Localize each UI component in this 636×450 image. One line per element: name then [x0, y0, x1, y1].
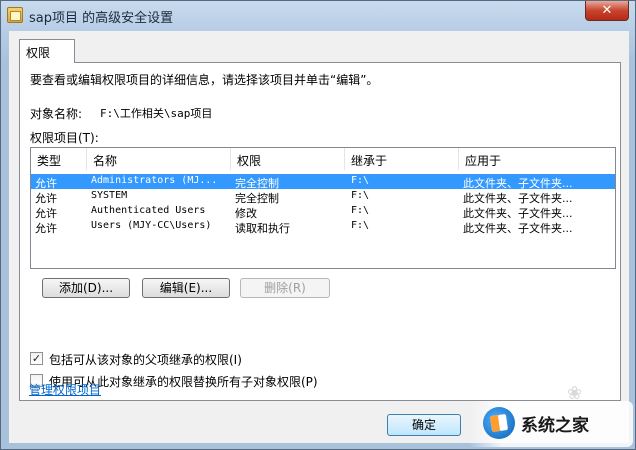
cell-inherited-from: F:\	[351, 190, 370, 201]
cell-permission: 读取和执行	[235, 222, 290, 235]
tab-label: 权限	[26, 46, 51, 60]
close-icon: ✕	[601, 3, 613, 18]
edit-button[interactable]: 编辑(E)...	[142, 278, 230, 298]
column-header-type[interactable]: 类型	[31, 148, 87, 170]
site-logo-icon	[483, 407, 515, 439]
permission-entries-label: 权限项目(T):	[30, 131, 99, 145]
object-name-label: 对象名称:	[30, 107, 83, 121]
ok-button[interactable]: 确定	[387, 414, 461, 436]
cell-name: Administrators (MJ...	[91, 175, 218, 186]
column-header-name[interactable]: 名称	[87, 148, 231, 170]
dialog-client-area: 权限 要查看或编辑权限项目的详细信息，请选择该项目并单击“编辑”。 对象名称: …	[9, 31, 629, 443]
remove-button[interactable]: 删除(R)	[240, 278, 330, 298]
table-header: 类型 名称 权限 继承于 应用于	[31, 148, 615, 170]
instructions-text: 要查看或编辑权限项目的详细信息，请选择该项目并单击“编辑”。	[30, 73, 379, 87]
watermark-text: 系统之家	[521, 416, 589, 436]
manage-permissions-link[interactable]: 管理权限项目	[29, 381, 101, 398]
watermark-badge: 系统之家	[469, 401, 633, 447]
permissions-panel: 要查看或编辑权限项目的详细信息，请选择该项目并单击“编辑”。 对象名称: F:\…	[19, 62, 621, 401]
cell-name: Users (MJY-CC\Users)	[91, 220, 212, 231]
cell-applies-to: 此文件夹、子文件夹...	[463, 222, 573, 235]
permission-entries-table[interactable]: 类型 名称 权限 继承于 应用于 允许 Administrators (MJ..…	[30, 147, 616, 269]
cell-inherited-from: F:\	[351, 205, 370, 216]
folder-icon	[7, 7, 23, 23]
table-row[interactable]: 允许 SYSTEM 完全控制 F:\ 此文件夹、子文件夹...	[31, 189, 615, 205]
cell-inherited-from: F:\	[351, 220, 370, 231]
close-button[interactable]: ✕	[585, 1, 629, 21]
paw-watermark-icon: ❀	[567, 383, 583, 404]
table-row[interactable]: 允许 Users (MJY-CC\Users) 读取和执行 F:\ 此文件夹、子…	[31, 219, 615, 235]
title-bar[interactable]: sap项目 的高级安全设置 ✕	[1, 1, 635, 31]
window-title: sap项目 的高级安全设置	[29, 11, 174, 26]
inherit-checkbox[interactable]: ✓	[30, 352, 43, 365]
column-header-inherited-from[interactable]: 继承于	[345, 148, 459, 170]
cell-type: 允许	[35, 222, 57, 235]
table-row[interactable]: 允许 Authenticated Users 修改 F:\ 此文件夹、子文件夹.…	[31, 204, 615, 220]
table-row[interactable]: 允许 Administrators (MJ... 完全控制 F:\ 此文件夹、子…	[31, 174, 615, 190]
cell-name: SYSTEM	[91, 190, 128, 201]
object-name-value: F:\工作相关\sap项目	[100, 107, 213, 120]
security-settings-window: sap项目 的高级安全设置 ✕ 权限 要查看或编辑权限项目的详细信息，请选择该项…	[0, 0, 636, 450]
column-header-permission[interactable]: 权限	[231, 148, 345, 170]
add-button[interactable]: 添加(D)...	[42, 278, 130, 298]
cell-inherited-from: F:\	[351, 175, 370, 186]
cell-name: Authenticated Users	[91, 205, 206, 216]
tab-permissions[interactable]: 权限	[19, 39, 75, 63]
inherit-checkbox-label: 包括可从该对象的父项继承的权限(I)	[49, 353, 242, 367]
column-header-applies-to[interactable]: 应用于	[459, 148, 615, 170]
